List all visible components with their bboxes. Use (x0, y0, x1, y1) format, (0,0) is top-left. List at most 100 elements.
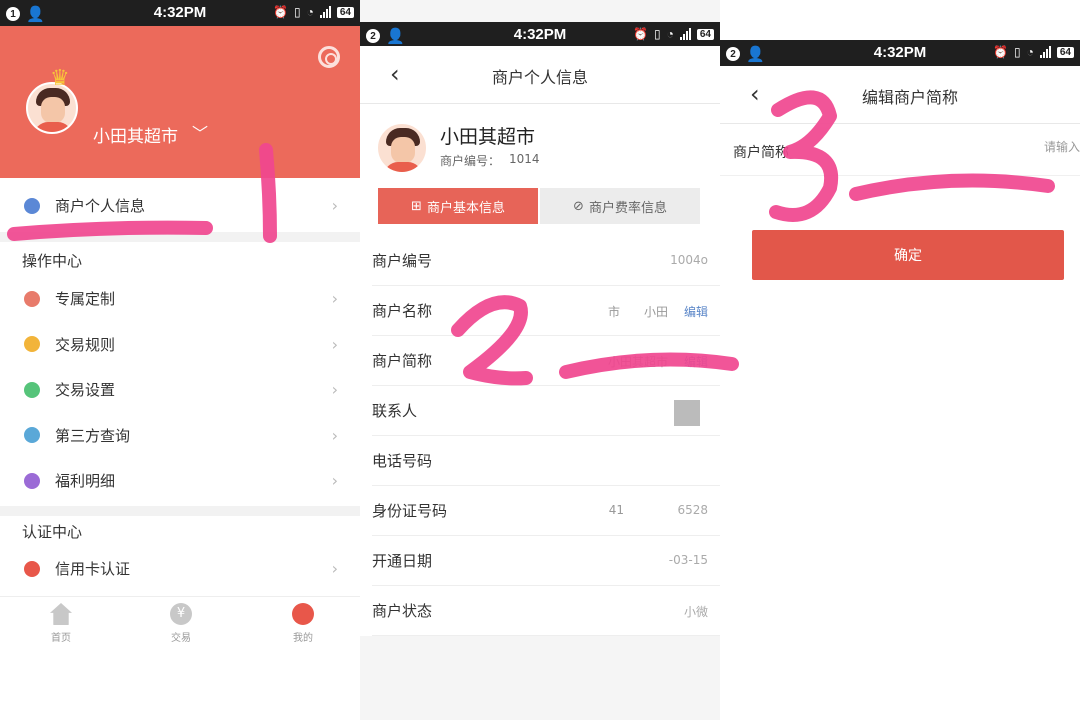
tab-trade[interactable]: ¥ 交易 (151, 603, 211, 644)
tab-label: 商户基本信息 (426, 200, 505, 216)
page-title: 编辑商户简称 (861, 88, 958, 107)
wifi-icon: ◔ (1026, 45, 1034, 59)
info-row[interactable]: 商户简称 编辑 小田其超市 (372, 336, 720, 386)
info-row: 商户状态 小微 (372, 586, 720, 636)
signal-icon (319, 6, 331, 18)
nav-bar: ‹ 编辑商户简称 (720, 66, 1080, 124)
row-label: 电话号码 (372, 452, 433, 470)
merchant-id-label: 商户编号： (440, 154, 501, 168)
row-value: 1004o (670, 253, 708, 267)
clock-check-icon: ⊘ (573, 198, 584, 214)
vibrate-icon: ▯ (654, 27, 661, 41)
status-bar: 2 👤 4:32PM ⏰ ▯ ◔ 64 (360, 22, 720, 48)
menu-item-ops[interactable]: 福利明细 › (0, 458, 360, 503)
menu-item-ops[interactable]: 交易设置 › (0, 367, 360, 412)
row-value: 小田 (643, 305, 668, 319)
profile-header: ♛ 小田其超市 ﹀ (0, 26, 360, 178)
chevron-right-icon: › (331, 425, 338, 445)
menu-icon (24, 290, 40, 307)
menu-item-ops[interactable]: 专属定制 › (0, 276, 360, 321)
card-icon (24, 560, 40, 577)
status-bar: 1 👤 4:32PM ⏰ ▯ ◔ 64 (0, 0, 360, 26)
short-name-input[interactable] (930, 140, 1080, 154)
alarm-icon: ⏰ (633, 27, 649, 41)
chevron-right-icon: › (331, 380, 338, 399)
row-label: 商户简称 (372, 352, 433, 370)
vibrate-icon: ▯ (294, 5, 301, 19)
menu-item-label: 交易规则 (55, 335, 116, 354)
info-row: 商户编号 1004o (372, 236, 720, 286)
avatar (376, 122, 428, 174)
row-label: 身份证号码 (372, 502, 448, 520)
battery-level: 64 (696, 28, 714, 40)
status-bar: 2 👤 4:32PM ⏰ ▯ ◔ 64 (720, 40, 1080, 66)
nav-bar: ‹ 商户个人信息 (360, 46, 720, 104)
screen-3-edit-short-name: 2👤 4:32PM ⏰▯◔64 ‹ 编辑商户简称 商户简称 确定 (720, 0, 1080, 720)
chevron-down-icon[interactable]: ﹀ (192, 120, 208, 144)
menu-item-label: 专属定制 (55, 290, 116, 308)
tab-mine[interactable]: 我的 (273, 603, 333, 644)
row-value: 小田其超市 (607, 355, 668, 369)
short-name-field: 商户简称 (720, 126, 1080, 176)
menu-item-label: 第三方查询 (55, 426, 131, 445)
info-row: 联系人 (372, 386, 720, 436)
row-value-end: 市 (607, 305, 620, 319)
back-arrow-icon[interactable]: ‹ (750, 80, 760, 108)
chevron-right-icon: › (331, 334, 338, 354)
screen-2-merchant-info: 2 👤 4:32PM ⏰ ▯ ◔ 64 ‹ 商户个人信息 小田其超市 商户编号： 101… (360, 0, 720, 720)
info-row: 开通日期 -03-15 (372, 536, 720, 586)
tab-label: 商户费率信息 (588, 200, 667, 216)
battery-level: 64 (336, 6, 354, 18)
edit-link[interactable]: 编辑 (684, 353, 708, 370)
page-title: 商户个人信息 (491, 68, 588, 87)
alarm-icon: ⏰ (993, 45, 1009, 59)
row-label: 开通日期 (372, 552, 433, 570)
info-list: 商户编号 1004o 商户名称 编辑 小田市商户简称 编辑 小田其超市 联系人 电话号码 身份证号… (360, 236, 720, 636)
menu-icon (24, 336, 40, 352)
divider (0, 506, 360, 516)
row-value-end: 6528 (677, 503, 708, 517)
signal-icon (679, 28, 691, 40)
yen-icon: ¥ (170, 603, 192, 625)
menu-icon (24, 427, 40, 443)
section-title-auth: 认证中心 (22, 523, 83, 541)
row-label: 商户名称 (372, 302, 433, 320)
menu-item-profile[interactable]: 商户个人信息 › (0, 183, 360, 228)
store-name: 小田其超市 (440, 126, 536, 148)
crown-icon: ♛ (50, 66, 70, 91)
menu-item-ops[interactable]: 交易规则 › (0, 322, 360, 367)
row-value: -03-15 (668, 553, 708, 567)
info-row: 身份证号码 41 6528 (372, 486, 720, 536)
signal-icon (1039, 46, 1051, 58)
avatar-placeholder (674, 400, 700, 426)
row-label: 联系人 (372, 402, 418, 420)
menu-item-auth[interactable]: 信用卡认证 › (0, 546, 360, 591)
divider (0, 232, 360, 242)
tab-label: 我的 (293, 633, 313, 644)
chevron-right-icon: › (331, 289, 338, 308)
edit-link[interactable]: 编辑 (684, 303, 708, 320)
tab-basic-info[interactable]: ⊞ 商户基本信息 (378, 188, 538, 224)
menu-item-label: 交易设置 (55, 381, 116, 399)
wifi-icon: ◔ (666, 27, 674, 41)
battery-level: 64 (1056, 46, 1074, 58)
grid-icon: ⊞ (411, 198, 422, 214)
alarm-icon: ⏰ (273, 5, 289, 19)
menu-item-label: 商户个人信息 (55, 197, 146, 215)
bottom-tab-bar: 首页 ¥ 交易 我的 (0, 596, 360, 652)
confirm-button[interactable]: 确定 (752, 230, 1064, 280)
menu-item-ops[interactable]: 第三方查询 › (0, 413, 360, 458)
wifi-icon: ◔ (306, 5, 314, 19)
user-icon (24, 197, 40, 214)
info-row[interactable]: 商户名称 编辑 小田 市 (372, 286, 720, 336)
tab-home[interactable]: 首页 (31, 603, 91, 644)
gear-icon[interactable] (318, 46, 340, 68)
vibrate-icon: ▯ (1014, 45, 1021, 59)
profile-icon (292, 603, 314, 625)
tab-rate-info[interactable]: ⊘ 商户费率信息 (540, 188, 700, 224)
screen-1-profile: 1 👤 4:32PM ⏰ ▯ ◔ 64 ♛ 小田其超市 ﹀ 商户个人信息 › 操作中心 … (0, 0, 360, 720)
row-label: 商户状态 (372, 602, 433, 620)
chevron-right-icon: › (331, 196, 338, 215)
merchant-id-value: 1014 (509, 152, 540, 166)
store-name[interactable]: 小田其超市 (93, 122, 178, 147)
